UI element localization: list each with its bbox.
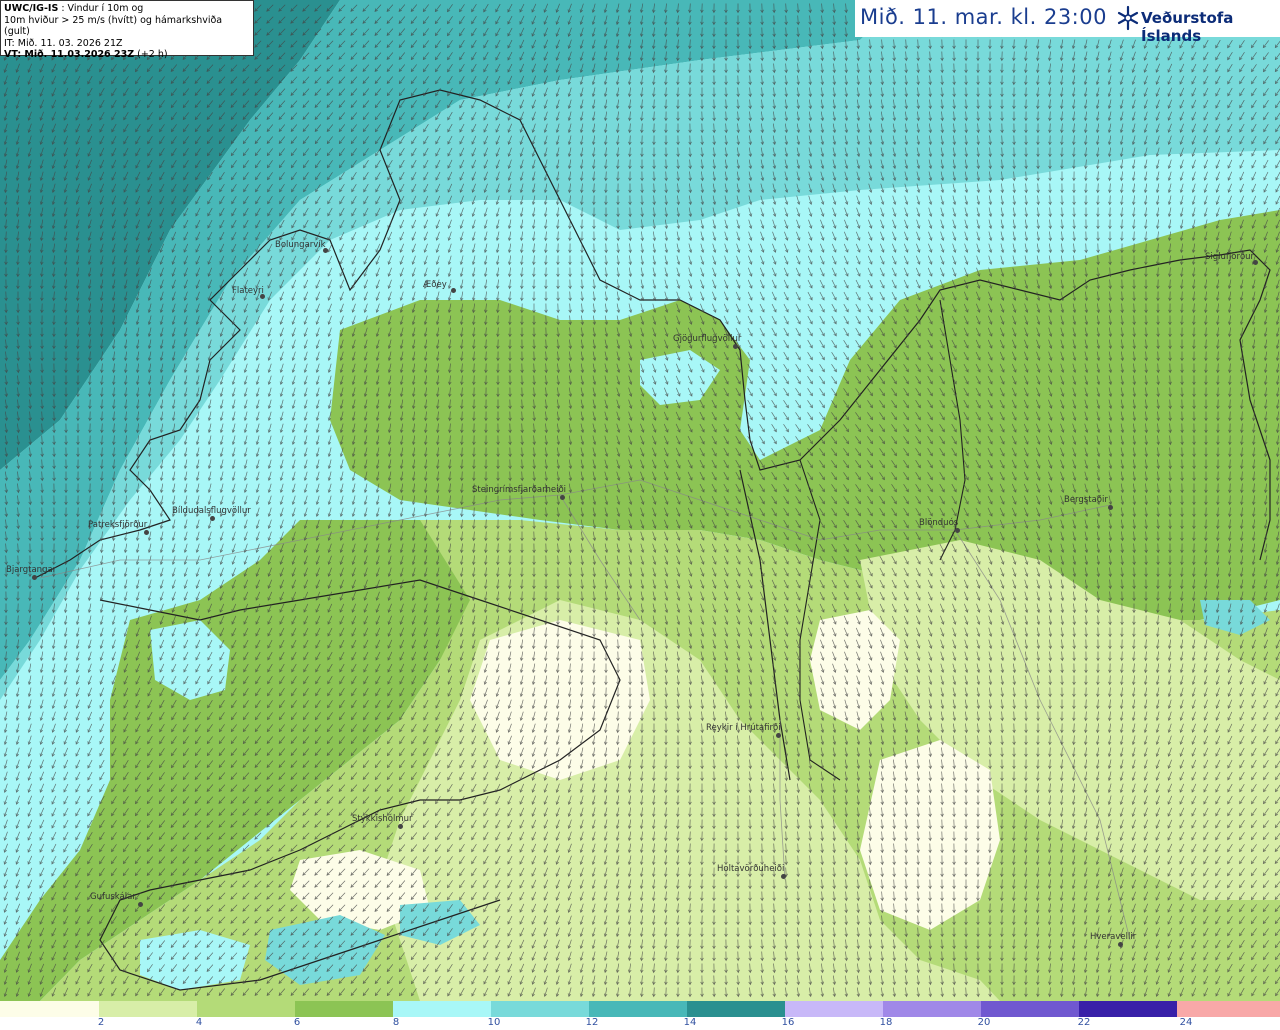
wind-map[interactable]: UWC/IG-IS : Vindur í 10m og 10m hviður >… [0, 0, 1280, 1001]
